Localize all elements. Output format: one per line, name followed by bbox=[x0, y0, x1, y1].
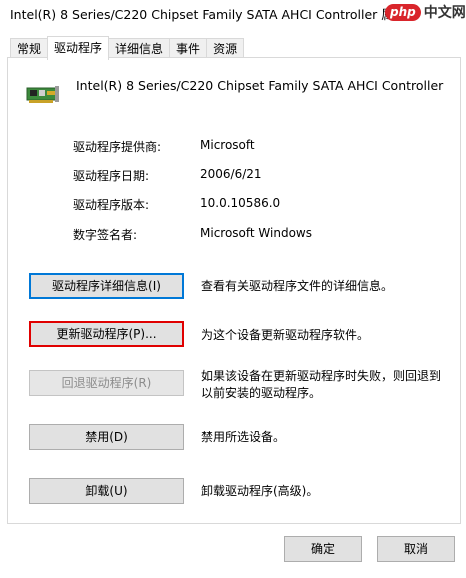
driver-panel: Intel(R) 8 Series/C220 Chipset Family SA… bbox=[7, 57, 461, 524]
window-title: Intel(R) 8 Series/C220 Chipset Family SA… bbox=[10, 7, 407, 22]
provider-value: Microsoft bbox=[200, 138, 255, 152]
tab-details[interactable]: 详细信息 bbox=[108, 38, 171, 59]
uninstall-desc: 卸载驱动程序(高级)。 bbox=[201, 484, 319, 498]
tab-resources[interactable]: 资源 bbox=[206, 38, 245, 59]
rollback-driver-button[interactable]: 回退驱动程序(R) bbox=[29, 370, 184, 396]
driver-details-desc: 查看有关驱动程序文件的详细信息。 bbox=[201, 279, 394, 293]
watermark: php 中文网 bbox=[385, 3, 466, 21]
title-bar: Intel(R) 8 Series/C220 Chipset Family SA… bbox=[0, 0, 466, 24]
tab-events[interactable]: 事件 bbox=[169, 38, 208, 59]
rollback-driver-desc: 如果该设备在更新驱动程序时失败，则回退到以前安装的驱动程序。 bbox=[201, 369, 442, 400]
version-label: 驱动程序版本: bbox=[73, 198, 150, 212]
date-label: 驱动程序日期: bbox=[73, 169, 150, 183]
cancel-button[interactable]: 取消 bbox=[377, 536, 455, 562]
provider-label: 驱动程序提供商: bbox=[73, 140, 162, 154]
uninstall-button[interactable]: 卸载(U) bbox=[29, 478, 184, 504]
update-driver-desc: 为这个设备更新驱动程序软件。 bbox=[201, 328, 370, 342]
update-driver-button[interactable]: 更新驱动程序(P)... bbox=[29, 321, 184, 347]
date-value: 2006/6/21 bbox=[200, 167, 262, 181]
device-name: Intel(R) 8 Series/C220 Chipset Family SA… bbox=[76, 78, 444, 93]
watermark-text: 中文网 bbox=[423, 5, 466, 21]
disable-desc: 禁用所选设备。 bbox=[201, 430, 286, 444]
signer-value: Microsoft Windows bbox=[200, 226, 312, 240]
chip-card-icon bbox=[26, 86, 59, 103]
tab-driver[interactable]: 驱动程序 bbox=[47, 36, 110, 60]
disable-button[interactable]: 禁用(D) bbox=[29, 424, 184, 450]
signer-label: 数字签名者: bbox=[73, 228, 138, 242]
ok-button[interactable]: 确定 bbox=[284, 536, 362, 562]
tab-strip: 常规 驱动程序 详细信息 事件 资源 bbox=[10, 36, 245, 60]
version-value: 10.0.10586.0 bbox=[200, 196, 281, 210]
watermark-logo: php bbox=[385, 3, 421, 21]
tab-general[interactable]: 常规 bbox=[10, 38, 49, 59]
driver-details-button[interactable]: 驱动程序详细信息(I) bbox=[29, 273, 184, 299]
